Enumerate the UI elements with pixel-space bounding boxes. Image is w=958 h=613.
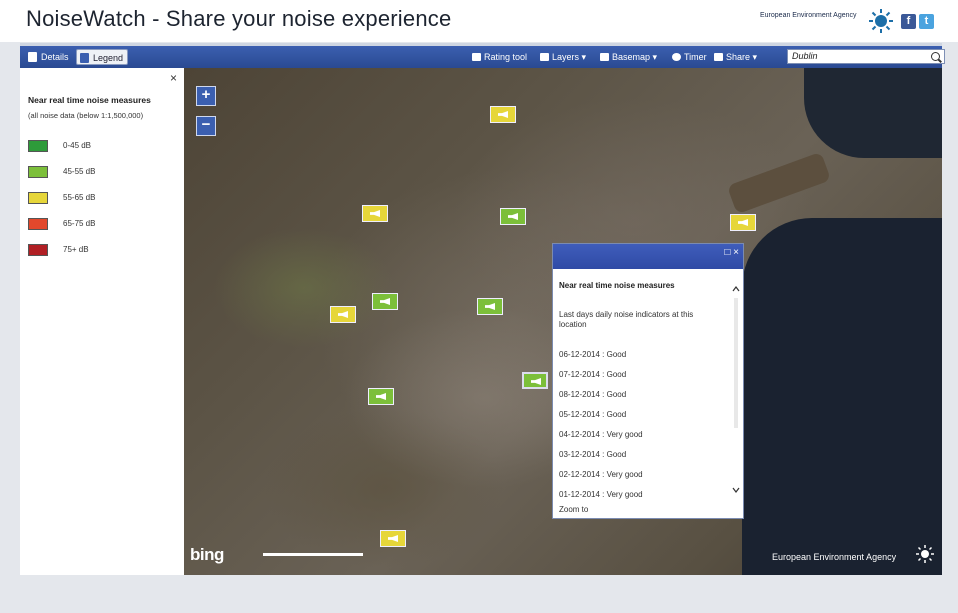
list-icon: [80, 53, 89, 63]
list-item: 02-12-2014 : Very good: [559, 470, 643, 479]
layers-label: Layers: [552, 52, 580, 62]
agency-name[interactable]: European Environment Agency: [760, 12, 857, 19]
speaker-icon: [28, 218, 48, 230]
list-item: 08-12-2014 : Good: [559, 390, 627, 399]
search-icon[interactable]: [931, 52, 940, 61]
clock-icon: [672, 53, 681, 61]
basemap-label: Basemap: [612, 52, 651, 62]
list-item: 04-12-2014 : Very good: [559, 430, 643, 439]
info-icon: [28, 52, 37, 62]
eea-logo-icon[interactable]: [868, 8, 894, 34]
coastline: [726, 151, 832, 215]
search-input[interactable]: Dublin: [787, 49, 945, 64]
popup-window-controls[interactable]: □ ×: [724, 247, 739, 258]
list-item: 03-12-2014 : Good: [559, 450, 627, 459]
rating-tool-button[interactable]: Rating tool: [470, 49, 527, 65]
noise-marker[interactable]: [490, 106, 516, 123]
speaker-icon: [28, 192, 48, 204]
noise-marker[interactable]: [477, 298, 503, 315]
tab-legend-label: Legend: [93, 53, 124, 63]
popup-title: Near real time noise measures: [559, 281, 675, 290]
bing-logo: bing: [190, 545, 224, 564]
legend-item-label: 0-45 dB: [63, 141, 92, 150]
noise-marker[interactable]: [330, 306, 356, 323]
pencil-icon: [472, 53, 481, 61]
noise-marker[interactable]: [362, 205, 388, 222]
zoom-in-button[interactable]: +: [196, 86, 216, 106]
grid-icon: [600, 53, 609, 61]
noise-marker[interactable]: [730, 214, 756, 231]
speaker-icon: [28, 244, 48, 256]
zoom-out-button[interactable]: −: [196, 116, 216, 136]
list-item: 06-12-2014 : Good: [559, 350, 627, 359]
tab-legend[interactable]: Legend: [76, 49, 128, 65]
noise-marker[interactable]: [500, 208, 526, 225]
app-title: NoiseWatch - Share your noise experience: [26, 6, 452, 31]
popup-header: □ ×: [553, 244, 743, 269]
sea-area: [804, 68, 942, 158]
list-item: 01-12-2014 : Very good: [559, 490, 643, 499]
toolbar: Details Legend Rating tool Layers ▾ Base…: [20, 46, 945, 68]
noise-marker[interactable]: [368, 388, 394, 405]
speaker-icon: [28, 166, 48, 178]
list-item: 07-12-2014 : Good: [559, 370, 627, 379]
legend-title: Near real time noise measures: [28, 95, 151, 105]
popup-subtitle: Last days daily noise indicators at this…: [559, 310, 694, 329]
scale-bar: [263, 553, 363, 556]
legend-item-label: 65-75 dB: [63, 219, 96, 228]
share-icon: [714, 53, 723, 61]
map-credit: European Environment Agency: [772, 552, 897, 562]
eea-credit-icon: [916, 545, 934, 563]
noise-marker[interactable]: [372, 293, 398, 310]
zoom-to-link[interactable]: Zoom to: [559, 505, 588, 514]
share-label: Share: [726, 52, 751, 62]
legend-item-label: 75+ dB: [63, 245, 89, 254]
bay-area: [742, 218, 942, 575]
basemap-button[interactable]: Basemap ▾: [598, 49, 657, 65]
legend-subtitle: (all noise data (below 1:1,500,000): [28, 111, 144, 120]
list-item: 05-12-2014 : Good: [559, 410, 627, 419]
popup-scrollbar[interactable]: [732, 286, 740, 496]
search-value: Dublin: [792, 51, 818, 61]
noise-marker[interactable]: [380, 530, 406, 547]
timer-button[interactable]: Timer: [670, 49, 707, 65]
speaker-icon: [28, 140, 48, 152]
rating-tool-label: Rating tool: [484, 52, 528, 62]
layers-icon: [540, 53, 549, 61]
layers-button[interactable]: Layers ▾: [538, 49, 586, 65]
tab-details-label: Details: [41, 52, 69, 62]
timer-label: Timer: [684, 52, 707, 62]
legend-item-label: 45-55 dB: [63, 167, 96, 176]
legend-item-label: 55-65 dB: [63, 193, 96, 202]
info-popup: □ × Near real time noise measures Last d…: [552, 243, 744, 519]
twitter-icon[interactable]: t: [919, 14, 934, 29]
tab-details[interactable]: Details: [25, 49, 73, 65]
close-icon[interactable]: ×: [170, 71, 177, 85]
share-button[interactable]: Share ▾: [712, 49, 757, 65]
facebook-icon[interactable]: f: [901, 14, 916, 29]
noise-marker-selected[interactable]: [522, 372, 548, 389]
